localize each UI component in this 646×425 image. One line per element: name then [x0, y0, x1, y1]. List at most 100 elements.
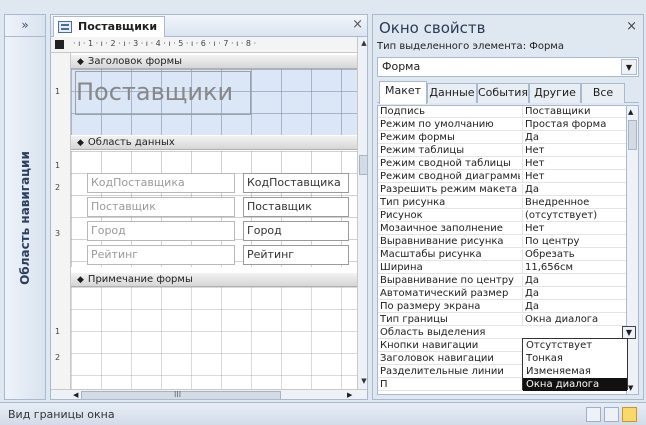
section-bar-detail[interactable]: ◆ Область данных — [71, 136, 357, 150]
property-name: П — [380, 379, 388, 390]
vruler-tick: 2 — [55, 353, 61, 362]
property-row[interactable]: Режим таблицы Нет — [378, 145, 626, 158]
property-value[interactable]: Обрезать — [522, 249, 626, 261]
property-row[interactable]: Режим по умолчанию Простая форма — [378, 119, 626, 132]
section-bar-header[interactable]: ◆ Заголовок формы — [71, 55, 357, 69]
form-view-icon[interactable] — [586, 407, 601, 422]
designer-vertical-scrollbar[interactable]: ▲ ▼ — [357, 37, 367, 389]
property-row[interactable]: Тип рисунка Внедренное — [378, 197, 626, 210]
property-value[interactable]: Да — [522, 275, 626, 287]
property-value[interactable]: Нет — [522, 223, 626, 235]
tab-layout[interactable]: Макет — [379, 81, 427, 104]
scroll-thumb[interactable] — [628, 120, 637, 150]
header-title-label[interactable]: Поставщики — [75, 71, 251, 115]
property-row[interactable]: Подпись Поставщики — [378, 106, 626, 119]
vertical-ruler: 1 1 2 3 1 2 — [51, 53, 71, 389]
scroll-thumb[interactable]: III — [81, 390, 281, 399]
designer-horizontal-scrollbar[interactable]: ◀ III ▶ — [51, 389, 367, 399]
form-selector-button[interactable] — [55, 40, 64, 49]
property-value[interactable]: Да — [522, 132, 626, 144]
property-value[interactable]: (отсутствует) — [522, 210, 626, 222]
property-name: Режим сводной таблицы — [380, 158, 511, 169]
property-row[interactable]: Режим сводной диаграммы Нет — [378, 171, 626, 184]
property-row[interactable]: Режим формы Да — [378, 132, 626, 145]
scroll-grip: III — [174, 390, 182, 399]
document-tab[interactable]: Поставщики — [53, 16, 165, 37]
property-value[interactable]: Нет — [522, 158, 626, 170]
property-row[interactable]: По размеру экрана Да — [378, 301, 626, 314]
tab-events[interactable]: События — [477, 83, 529, 103]
border-option[interactable]: Тонкая — [523, 352, 627, 365]
property-name: Режим таблицы — [380, 145, 465, 156]
form-header-area[interactable]: Поставщики — [71, 69, 357, 135]
property-row[interactable]: Режим сводной таблицы Нет — [378, 158, 626, 171]
field-label[interactable]: КодПоставщика — [87, 173, 235, 193]
property-value[interactable]: Простая форма — [522, 119, 626, 131]
property-row[interactable]: Рисунок (отсутствует) — [378, 210, 626, 223]
scroll-thumb[interactable] — [359, 155, 367, 175]
property-name: Кнопки навигации — [380, 340, 479, 351]
border-option[interactable]: Изменяемая — [523, 365, 627, 378]
field-control[interactable]: Рейтинг — [243, 245, 349, 265]
field-label[interactable]: Поставщик — [87, 197, 235, 217]
nav-pane-toggle-button[interactable]: » — [5, 15, 45, 37]
property-row[interactable]: Автоматический размер Да — [378, 288, 626, 301]
property-row[interactable]: Тип границы Окна диалога — [378, 314, 626, 327]
section-arrow-icon: ◆ — [77, 138, 84, 148]
property-name: Выравнивание рисунка — [380, 236, 504, 247]
tab-all[interactable]: Все — [581, 83, 625, 103]
scroll-up-arrow-icon[interactable]: ▲ — [359, 39, 367, 49]
property-value[interactable]: Да — [522, 288, 626, 300]
border-option-selected[interactable]: Окна диалога — [523, 378, 627, 391]
field-control[interactable]: Поставщик — [243, 197, 349, 217]
property-value[interactable]: Нет — [522, 171, 626, 183]
property-value[interactable]: 11,656см — [522, 262, 626, 274]
close-property-sheet-icon[interactable]: × — [626, 19, 637, 34]
property-value[interactable]: Да — [522, 184, 626, 196]
scroll-down-arrow-icon[interactable]: ▼ — [628, 384, 633, 392]
field-label[interactable]: Город — [87, 221, 235, 241]
access-window: » Область навигации Поставщики × · ı · 1… — [0, 0, 646, 425]
tab-data[interactable]: Данные — [427, 83, 477, 103]
tab-other[interactable]: Другие — [529, 83, 581, 103]
layout-view-icon[interactable] — [604, 407, 619, 422]
property-row[interactable]: Мозаичное заполнение Нет — [378, 223, 626, 236]
property-row[interactable]: Разрешить режим макета Да — [378, 184, 626, 197]
section-arrow-icon: ◆ — [77, 57, 84, 67]
field-control[interactable]: КодПоставщика — [243, 173, 349, 193]
scroll-down-arrow-icon[interactable]: ▼ — [359, 377, 367, 387]
section-bar-footer[interactable]: ◆ Примечание формы — [71, 273, 357, 287]
property-value[interactable]: Окна диалога — [522, 314, 626, 326]
property-value[interactable]: Да — [522, 301, 626, 313]
vruler-tick: 1 — [55, 327, 61, 336]
form-detail-area[interactable]: КодПоставщика КодПоставщика Поставщик По… — [71, 151, 357, 267]
property-row[interactable]: Выравнивание рисунка По центру — [378, 236, 626, 249]
property-value[interactable]: Поставщики — [522, 106, 626, 118]
close-document-icon[interactable]: × — [352, 17, 363, 32]
scroll-right-arrow-icon[interactable]: ▶ — [347, 391, 352, 399]
horizontal-ruler: · ı · 1 · ı · 2 · ı · 3 · ı · 4 · ı · 5 … — [51, 37, 367, 53]
property-row[interactable]: Выравнивание по центру Да — [378, 275, 626, 288]
status-bar: Вид границы окна — [0, 402, 646, 425]
field-control[interactable]: Город — [243, 221, 349, 241]
property-scrollbar[interactable]: ▲ ▼ — [627, 105, 639, 395]
property-sheet-title: Окно свойств — [379, 19, 486, 37]
property-value[interactable]: Внедренное — [522, 197, 626, 209]
nav-pane-label[interactable]: Область навигации — [11, 43, 39, 393]
property-value[interactable]: По центру — [522, 236, 626, 248]
property-row[interactable]: Ширина 11,656см — [378, 262, 626, 275]
field-label[interactable]: Рейтинг — [87, 245, 235, 265]
scroll-left-arrow-icon[interactable]: ◀ — [73, 391, 78, 399]
section-header-label: Заголовок формы — [87, 56, 183, 67]
design-view-icon[interactable] — [622, 407, 637, 422]
chevron-down-icon[interactable]: ▼ — [621, 59, 637, 75]
object-select[interactable]: Форма ▼ — [377, 57, 639, 77]
property-row[interactable]: Масштабы рисунка Обрезать — [378, 249, 626, 262]
property-value[interactable]: Нет — [522, 145, 626, 157]
property-name: Рисунок — [380, 210, 423, 221]
section-detail-label: Область данных — [87, 137, 175, 148]
border-option[interactable]: Отсутствует — [523, 339, 627, 352]
form-footer-area[interactable] — [71, 287, 357, 389]
scroll-up-arrow-icon[interactable]: ▲ — [628, 108, 633, 116]
property-name: Тип рисунка — [380, 197, 446, 208]
